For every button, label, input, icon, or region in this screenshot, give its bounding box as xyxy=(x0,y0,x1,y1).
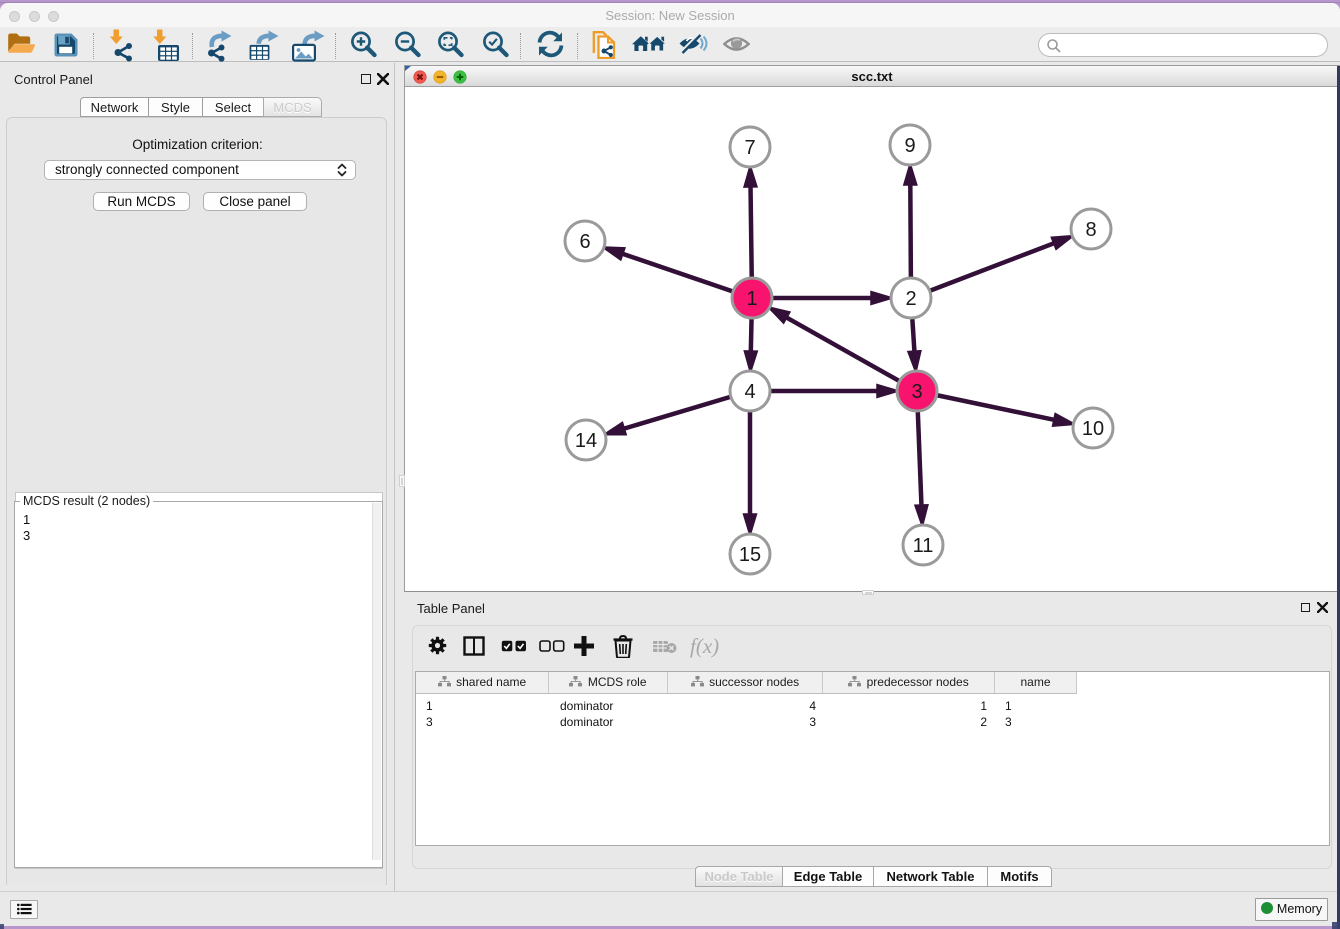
svg-text:15: 15 xyxy=(739,544,761,566)
svg-text:2: 2 xyxy=(905,288,916,310)
svg-text:1: 1 xyxy=(746,288,757,310)
svg-text:14: 14 xyxy=(575,430,597,452)
svg-text:9: 9 xyxy=(904,135,915,157)
svg-text:11: 11 xyxy=(913,535,934,557)
svg-text:3: 3 xyxy=(911,381,922,403)
svg-text:8: 8 xyxy=(1085,219,1096,241)
svg-text:10: 10 xyxy=(1082,418,1104,440)
svg-text:7: 7 xyxy=(744,137,755,159)
svg-text:4: 4 xyxy=(744,381,755,403)
svg-text:6: 6 xyxy=(579,231,590,253)
